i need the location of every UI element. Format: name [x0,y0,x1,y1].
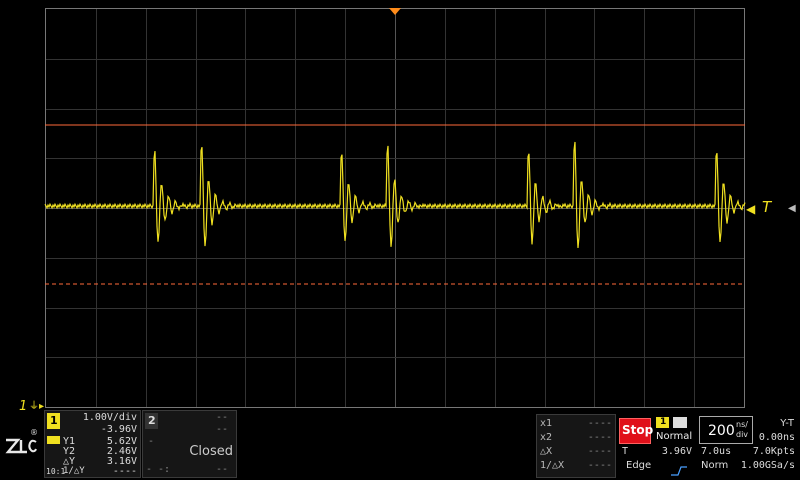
acq-points: 7.0Kpts [752,446,795,457]
ch2-offset[interactable]: -- [216,424,228,435]
ch2-status: Closed [189,444,233,459]
oscilloscope-screen: ◀ T ◀ 1 ⏚▸ ® 1 1.00V/div -3.96V Y1 5.62V… [0,0,800,480]
timebase-unit-top: ns/ [736,420,748,429]
right-edge-arrow-icon: ◀ [788,203,796,214]
ground-arrow-icon: ⏚▸ [29,401,45,412]
trigger-level-marker[interactable]: T [762,200,771,215]
acq-mode[interactable]: Norm [701,460,728,471]
cursor-x1-value: ---- [587,418,612,429]
trigger-mode[interactable]: Normal [656,431,692,442]
trigger-level-label: T [622,446,629,457]
rising-edge-icon [670,461,688,476]
trigger-delay[interactable]: 0.00ns [759,432,795,443]
ch1-inv-dy-label: 1/△Y [63,466,85,476]
trigger-coupling-icon [673,417,687,428]
cursor-x2-value: ---- [587,432,612,443]
cursor-x2-label: x2 [540,432,553,443]
ch2-panel[interactable]: 2 -- -- - Closed - -: -- [142,410,237,478]
timebase-unit-bottom: div [736,430,749,439]
timebase-scale: 200 [708,423,735,439]
timebase-scale-box[interactable]: 200 ns/ div [699,416,753,444]
logo-registered-mark: ® [30,428,38,437]
cursor-x1-label: x1 [540,418,553,429]
trigger-type[interactable]: Edge [626,460,651,471]
acq-window: 7.0us [701,446,732,457]
display-mode[interactable]: Y-T [780,418,794,429]
cursor-inv-dx-label: 1/△X [540,460,565,471]
ch1-ground-marker[interactable]: 1 [19,400,27,413]
trigger-level-arrow-icon: ◀ [746,202,756,216]
cursor-dx-value: ---- [587,446,612,457]
trigger-level[interactable]: 3.96V [662,446,692,457]
ch1-coupling-icon [47,436,60,444]
ch1-offset[interactable]: -3.96V [101,424,137,435]
ch1-scale[interactable]: 1.00V/div [83,412,137,423]
channel-1-trace [44,141,746,249]
timebase-panel[interactable]: 200 ns/ div Y-T 0.00ns 7.0us 7.0Kpts Nor… [697,414,798,478]
ch1-panel[interactable]: 1 1.00V/div -3.96V Y1 5.62V Y2 2.46V △Y … [44,410,141,478]
ch2-number: 2 [148,414,156,427]
zlg-logo: ® [4,428,40,458]
ch2-dashes-right: -- [215,464,228,475]
ch1-number: 1 [50,414,58,427]
trigger-panel[interactable]: 1 Normal T 3.96V Edge [618,414,696,478]
ch1-inv-dy-value: ---- [112,466,137,477]
cursor-inv-dx-value: ---- [587,460,612,471]
cursor-panel[interactable]: x1 ---- x2 ---- △X ---- 1/△X ---- [536,414,616,478]
sample-rate: 1.00GSa/s [740,460,795,471]
ch2-scale[interactable]: -- [216,412,228,423]
trigger-position-marker[interactable] [389,8,401,15]
cursor-dx-label: △X [540,446,553,457]
waveform-layer [44,8,746,285]
ch2-dashes-left: - -: [146,464,171,475]
ch2-minus: - [148,436,155,447]
trigger-source: 1 [660,417,667,427]
